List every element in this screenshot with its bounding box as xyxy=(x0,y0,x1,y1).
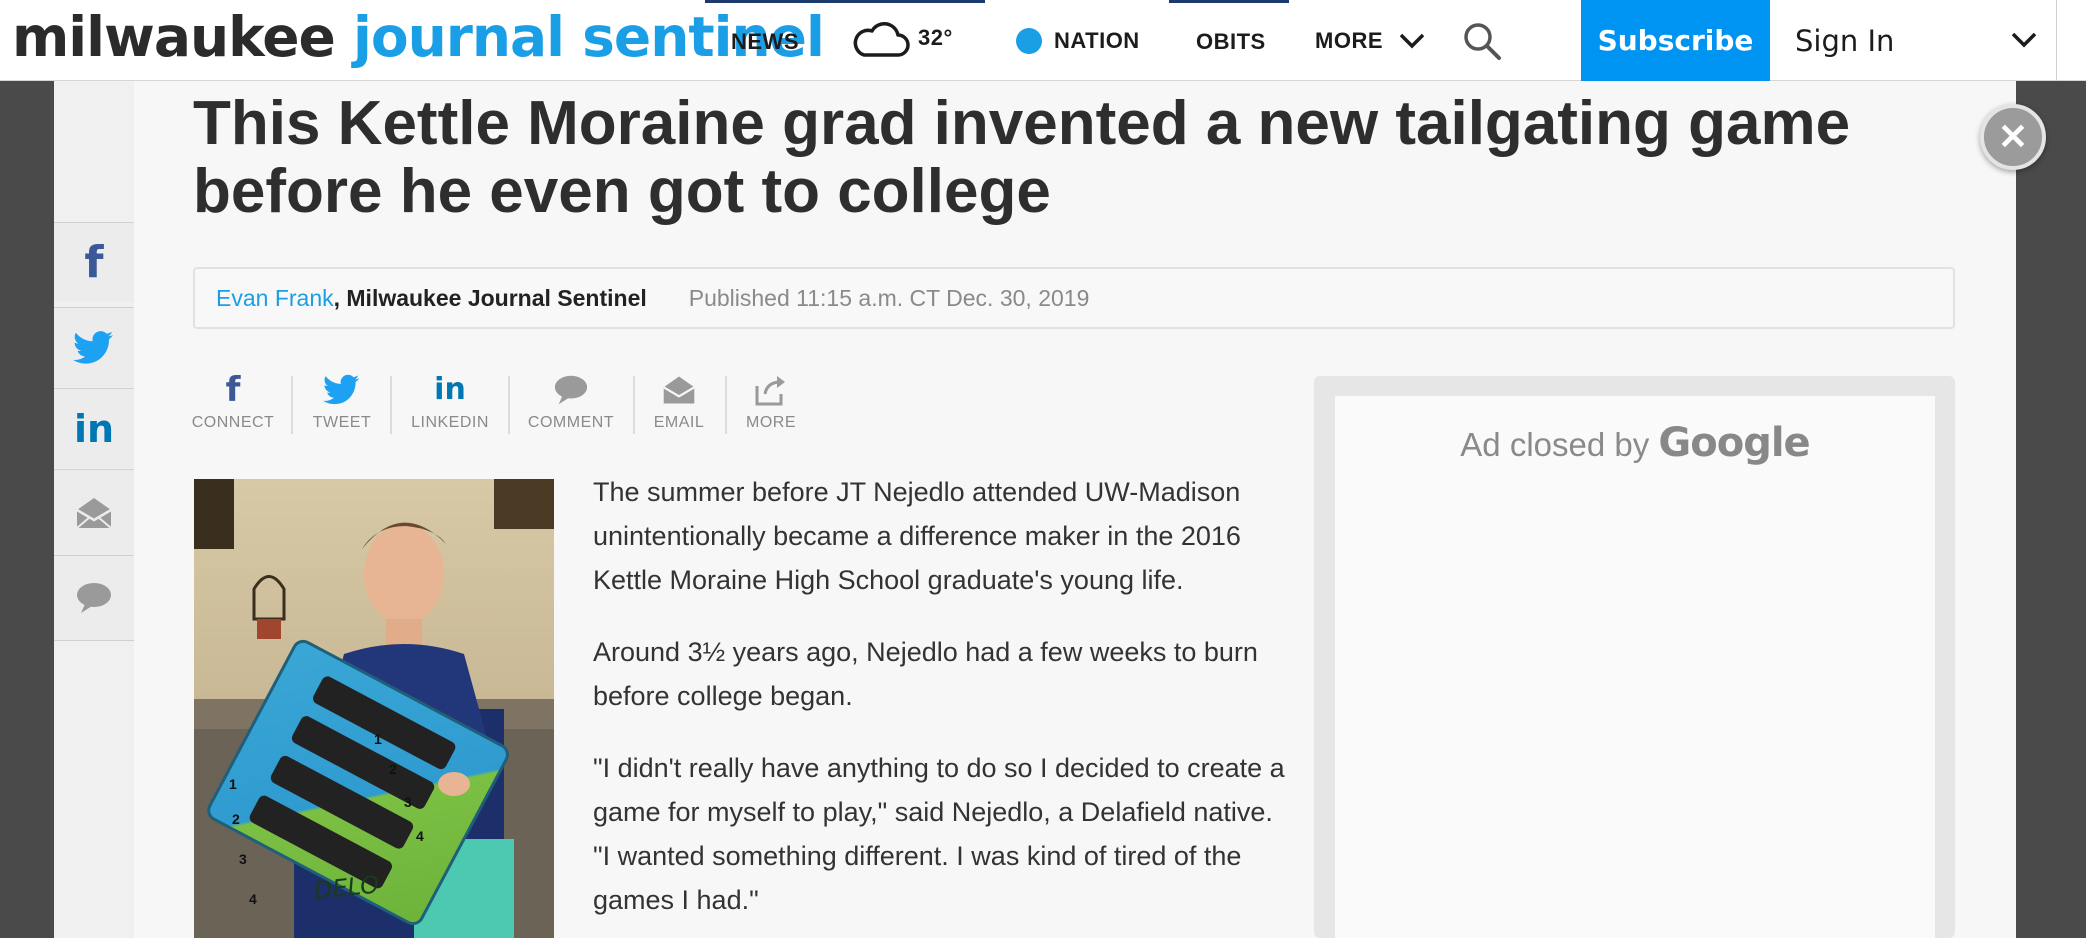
chevron-down-icon xyxy=(1399,33,1425,48)
nav-news-label: NEWS xyxy=(731,29,799,54)
share-divider xyxy=(291,376,293,434)
share-comment-label: COMMENT xyxy=(527,414,615,431)
weather-temperature: 32° xyxy=(918,24,953,50)
article-photo[interactable]: 1 2 3 4 1 2 3 4 DELO xyxy=(194,479,554,938)
photo-board-number: 3 xyxy=(239,851,247,867)
share-more-label: MORE xyxy=(746,414,796,431)
photo-board-number: 2 xyxy=(389,761,397,777)
article-paragraph: Around 3½ years ago, Nejedlo had a few w… xyxy=(593,637,1258,711)
facebook-icon: f xyxy=(225,370,241,410)
google-logo: Google xyxy=(1658,420,1810,466)
site-logo[interactable]: milwaukee journal sentinel xyxy=(12,4,825,70)
nav-nation[interactable]: NATION xyxy=(1016,0,1140,81)
photo-board-number: 1 xyxy=(374,731,382,747)
twitter-icon xyxy=(323,374,360,405)
share-linkedin-button[interactable]: in LINKEDIN xyxy=(410,372,490,432)
linkedin-icon: in xyxy=(73,406,115,451)
share-email-button[interactable]: EMAIL xyxy=(650,372,708,432)
article-body: The summer before JT Nejedlo attended UW… xyxy=(593,470,1293,938)
email-icon xyxy=(663,376,695,404)
ad-closed-label: Ad closed by xyxy=(1460,426,1650,463)
email-icon xyxy=(76,497,112,529)
sign-in-button[interactable]: Sign In xyxy=(1795,0,1894,81)
article-headline: This Kettle Moraine grad invented a new … xyxy=(193,89,1851,226)
top-navigation-bar: milwaukee journal sentinel NEWS 32° NATI… xyxy=(0,0,2086,81)
ad-closed-message: Ad closed by Google xyxy=(1335,420,1935,466)
nav-weather[interactable]: 32° xyxy=(850,0,953,81)
share-arrow-icon xyxy=(755,376,785,406)
share-more-button[interactable]: MORE xyxy=(742,372,800,432)
linkedin-icon: in xyxy=(434,372,466,407)
facebook-icon: f xyxy=(84,237,104,288)
byline-separator: , xyxy=(333,284,347,311)
photo-illustration: 1 2 3 4 1 2 3 4 DELO xyxy=(194,479,554,938)
rail-twitter-button[interactable] xyxy=(54,307,134,387)
rail-facebook-button[interactable]: f xyxy=(54,222,134,302)
nation-section-dot-icon xyxy=(1016,27,1042,54)
share-connect-button[interactable]: f CONNECT xyxy=(191,370,275,432)
comment-icon xyxy=(77,583,111,613)
share-connect-label: CONNECT xyxy=(191,414,275,431)
account-chevron-down-icon[interactable] xyxy=(2008,22,2040,58)
article-paragraph: The summer before JT Nejedlo attended UW… xyxy=(593,477,1241,595)
rail-linkedin-button[interactable]: in xyxy=(54,388,134,468)
nav-nation-label: NATION xyxy=(1054,27,1140,53)
nav-more[interactable]: MORE xyxy=(1315,0,1427,81)
comment-icon xyxy=(554,375,588,405)
share-tweet-label: TWEET xyxy=(312,414,372,431)
nav-more-label: MORE xyxy=(1315,27,1383,53)
share-divider xyxy=(508,376,510,434)
close-icon: ✕ xyxy=(1997,116,2029,157)
author-link[interactable]: Evan Frank xyxy=(216,285,334,312)
share-email-label: EMAIL xyxy=(653,414,705,431)
article-paragraph: "I didn't really have anything to do so … xyxy=(593,753,1285,915)
twitter-icon xyxy=(73,330,113,364)
rail-email-button[interactable] xyxy=(54,469,134,555)
share-linkedin-label: LINKEDIN xyxy=(411,414,489,431)
share-divider xyxy=(725,376,727,434)
cloud-icon xyxy=(853,21,910,57)
photo-board-number: 4 xyxy=(416,828,424,844)
share-divider xyxy=(390,376,392,434)
close-button[interactable]: ✕ xyxy=(1980,104,2046,170)
photo-board-number: 2 xyxy=(232,811,240,827)
byline-outlet: Milwaukee Journal Sentinel xyxy=(346,284,647,311)
byline: Evan Frank , Milwaukee Journal Sentinel … xyxy=(193,267,1955,329)
rail-comment-button[interactable] xyxy=(54,555,134,641)
photo-board-number: 4 xyxy=(249,891,257,907)
share-divider xyxy=(633,376,635,434)
logo-part-milwaukee: milwaukee xyxy=(12,5,336,69)
nav-search[interactable] xyxy=(1461,0,1503,81)
share-comment-button[interactable]: COMMENT xyxy=(528,372,614,432)
publish-timestamp: Published 11:15 a.m. CT Dec. 30, 2019 xyxy=(688,284,1090,311)
search-icon xyxy=(1464,22,1501,60)
topbar-divider xyxy=(2056,0,2057,81)
nav-obits-label: OBITS xyxy=(1196,29,1266,54)
nav-obits[interactable]: OBITS xyxy=(1169,0,1289,81)
photo-board-number: 1 xyxy=(229,776,237,792)
photo-board-number: 3 xyxy=(404,794,412,810)
ad-slot xyxy=(1335,396,1935,938)
subscribe-button[interactable]: Subscribe xyxy=(1581,0,1770,81)
share-tweet-button[interactable]: TWEET xyxy=(308,372,376,432)
